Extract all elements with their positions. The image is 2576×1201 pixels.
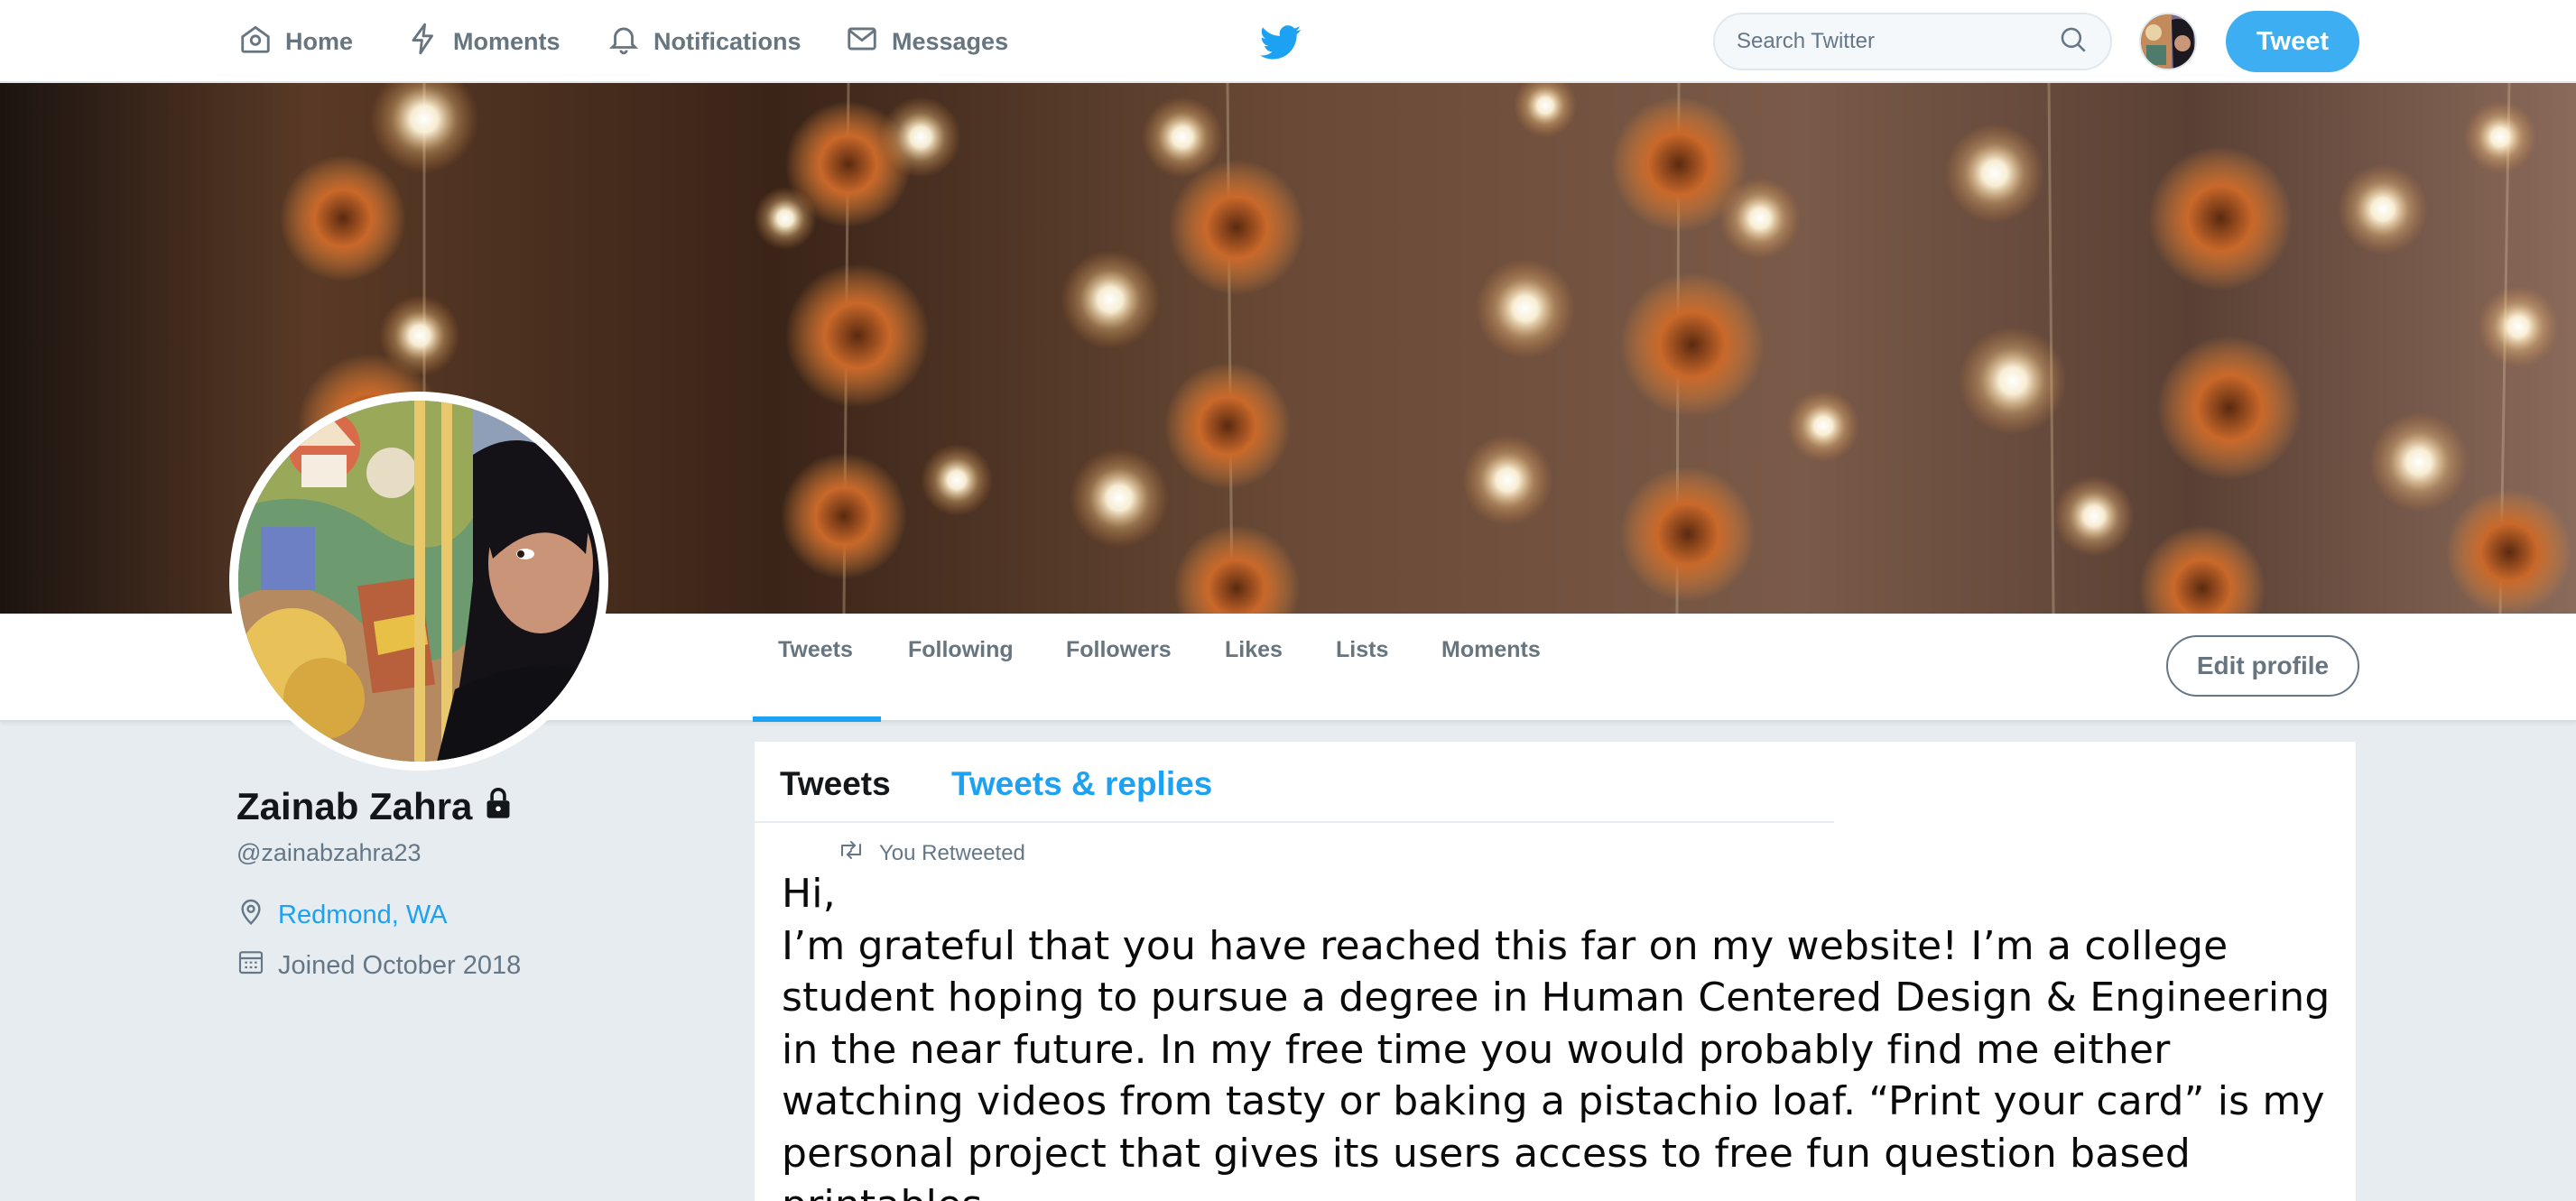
nav-notifications[interactable]: Notifications [607, 0, 802, 83]
search-input[interactable] [1737, 29, 2058, 54]
nav-home[interactable]: Home [238, 0, 353, 83]
tab-tweets[interactable]: Tweets [778, 614, 853, 722]
tab-likes[interactable]: Likes [1225, 614, 1283, 722]
tweet-body: I’m grateful that you have reached this … [782, 922, 2330, 1201]
top-navigation-bar: Home Moments Notifications Messages Sear… [0, 0, 2576, 83]
bell-icon [607, 22, 641, 62]
profile-handle[interactable]: @zainabzahra23 [236, 839, 422, 867]
tab-followers[interactable]: Followers [1066, 614, 1172, 722]
profile-location: Redmond, WA [236, 897, 448, 933]
tweet-text: Hi, I’m grateful that you have reached t… [782, 868, 2343, 1201]
nav-messages[interactable]: Messages [845, 0, 1008, 83]
twitter-bird-icon[interactable] [1260, 22, 1302, 61]
home-icon [238, 22, 273, 62]
retweet-icon [838, 839, 865, 867]
active-tab-indicator [753, 716, 881, 722]
retweet-context: You Retweeted [838, 839, 1025, 867]
tab-following[interactable]: Following [908, 614, 1014, 722]
lock-icon [483, 785, 514, 828]
timeline-tabs: Tweets Tweets & replies [755, 742, 1834, 823]
lightning-icon [406, 22, 440, 62]
calendar-icon [236, 947, 265, 984]
tweet-greeting: Hi, [782, 871, 836, 917]
profile-name[interactable]: Zainab Zahra [236, 785, 514, 828]
nav-home-label: Home [285, 27, 354, 55]
profile-joined: Joined October 2018 [236, 947, 521, 984]
location-pin-icon [236, 897, 265, 933]
tweet-button[interactable]: Tweet [2226, 11, 2359, 72]
search-box[interactable] [1713, 13, 2112, 70]
timeline-tab-tweets[interactable]: Tweets [780, 765, 891, 803]
retweet-label: You Retweeted [879, 840, 1025, 865]
location-link[interactable]: Redmond, WA [278, 901, 448, 930]
profile-avatar[interactable] [229, 392, 608, 771]
nav-moments-label: Moments [453, 27, 561, 55]
envelope-icon [845, 22, 879, 62]
search-icon[interactable] [2058, 24, 2089, 60]
account-avatar[interactable] [2139, 13, 2197, 70]
joined-date: Joined October 2018 [278, 950, 522, 980]
nav-moments[interactable]: Moments [406, 0, 561, 83]
nav-messages-label: Messages [892, 27, 1009, 55]
edit-profile-button[interactable]: Edit profile [2166, 635, 2359, 697]
tab-lists[interactable]: Lists [1336, 614, 1388, 722]
timeline-tab-tweets-replies[interactable]: Tweets & replies [951, 765, 1212, 803]
tab-moments[interactable]: Moments [1441, 614, 1541, 722]
nav-notifications-label: Notifications [653, 27, 802, 55]
timeline: Tweets Tweets & replies You Retweeted Hi… [755, 742, 2356, 1201]
profile-name-text: Zainab Zahra [236, 785, 473, 827]
